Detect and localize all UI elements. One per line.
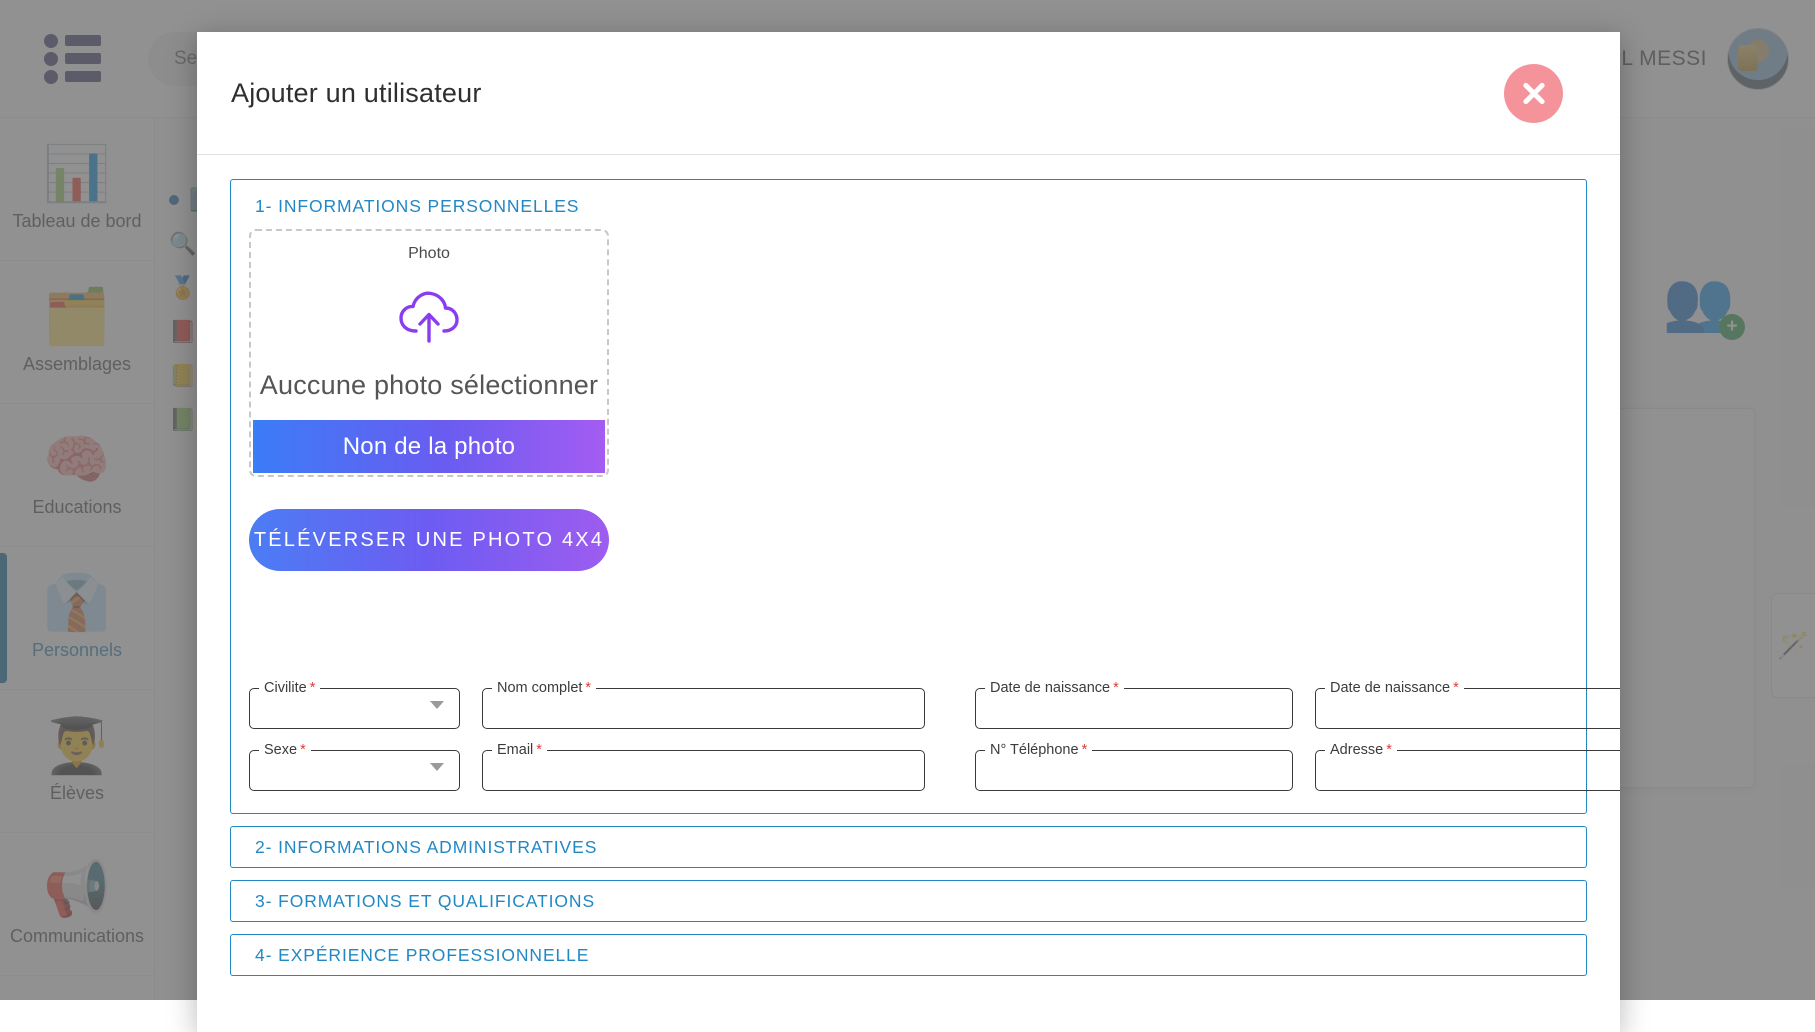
field-civilite[interactable]: Civilite* — [249, 681, 460, 729]
email-field[interactable] — [482, 743, 925, 791]
section-1-title: 1- INFORMATIONS PERSONNELLES — [249, 196, 1568, 217]
modal-header: Ajouter un utilisateur — [197, 32, 1620, 155]
field-nom-complet[interactable]: Nom complet* — [482, 681, 925, 729]
column-gap — [947, 743, 953, 791]
accordion-title: 2- INFORMATIONS ADMINISTRATIVES — [255, 837, 597, 858]
upload-photo-button[interactable]: TÉLÉVERSER UNE PHOTO 4X4 — [249, 509, 609, 571]
chevron-down-icon — [430, 763, 444, 771]
accordion-title: 3- FORMATIONS ET QUALIFICATIONS — [255, 891, 595, 912]
page-title: Ajouter un utilisateur — [231, 78, 482, 109]
photo-name-bar: Non de la photo — [253, 420, 605, 473]
date-naissance-input-1[interactable] — [975, 681, 1293, 729]
section-informations-personnelles: 1- INFORMATIONS PERSONNELLES Photo Auccu… — [230, 179, 1587, 814]
accordion-title: 4- EXPÉRIENCE PROFESSIONNELLE — [255, 945, 589, 966]
accordion-experience-professionnelle[interactable]: 4- EXPÉRIENCE PROFESSIONNELLE — [230, 934, 1587, 976]
date-naissance-input-2[interactable] — [1315, 681, 1620, 729]
photo-label: Photo — [408, 245, 450, 263]
telephone-input[interactable] — [975, 743, 1293, 791]
accordion-formations-qualifications[interactable]: 3- FORMATIONS ET QUALIFICATIONS — [230, 880, 1587, 922]
close-button[interactable] — [1504, 64, 1563, 123]
adresse-input[interactable] — [1315, 743, 1620, 791]
nom-complet-input[interactable] — [482, 681, 925, 729]
cloud-upload-icon — [398, 289, 460, 350]
field-sexe[interactable]: Sexe* — [249, 743, 460, 791]
accordion-informations-administratives[interactable]: 2- INFORMATIONS ADMINISTRATIVES — [230, 826, 1587, 868]
add-user-modal: Ajouter un utilisateur 1- INFORMATIONS P… — [197, 32, 1620, 1032]
chevron-down-icon — [430, 701, 444, 709]
field-date-de-naissance-2[interactable]: Date de naissance* — [1315, 681, 1620, 729]
field-email[interactable]: Email* — [482, 743, 925, 791]
civilite-select-value[interactable] — [249, 681, 460, 729]
modal-body: 1- INFORMATIONS PERSONNELLES Photo Auccu… — [197, 155, 1620, 1032]
field-date-de-naissance-1[interactable]: Date de naissance* — [975, 681, 1293, 729]
field-telephone[interactable]: N° Téléphone* — [975, 743, 1293, 791]
personal-fields-grid: Civilite* Nom complet* Date de naissance… — [249, 681, 1568, 791]
field-adresse[interactable]: Adresse* — [1315, 743, 1620, 791]
photo-dropzone[interactable]: Photo Auccune photo sélectionner Non de … — [249, 229, 609, 477]
sexe-select-value[interactable] — [249, 743, 460, 791]
column-gap — [947, 681, 953, 729]
no-photo-message: Auccune photo sélectionner — [260, 370, 598, 401]
